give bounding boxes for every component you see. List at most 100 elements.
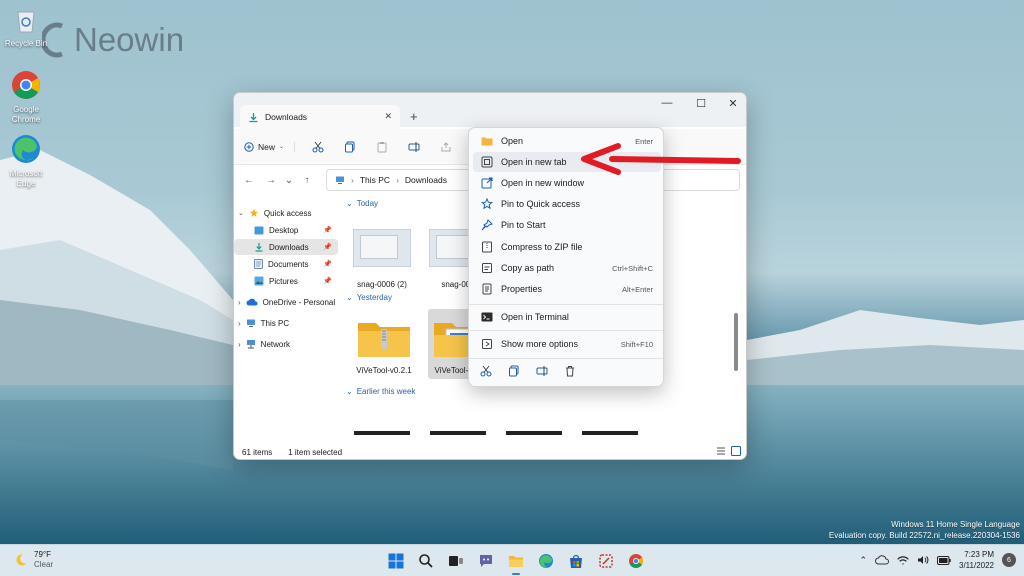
system-tray: ⌃ 7:23 PM 3/11/2022 6 xyxy=(859,549,1016,571)
edge-taskbar-button[interactable] xyxy=(534,549,558,573)
paste-button[interactable] xyxy=(373,138,391,156)
start-button[interactable] xyxy=(384,549,408,573)
file-thumbnail-partial[interactable] xyxy=(582,431,638,435)
weather-widget[interactable]: 79°F Clear xyxy=(14,550,53,570)
edge-icon xyxy=(12,135,40,163)
tab-downloads[interactable]: Downloads ✕ xyxy=(240,105,400,129)
onedrive-cloud-icon[interactable] xyxy=(875,555,889,565)
delete-action-button[interactable] xyxy=(563,364,577,378)
menu-item-copy-as-path[interactable]: Copy as path Ctrl+Shift+C xyxy=(473,258,661,278)
copy-action-button[interactable] xyxy=(507,364,521,378)
forward-button[interactable]: → xyxy=(260,175,282,186)
desktop-icon-chrome[interactable]: Google Chrome xyxy=(0,70,52,125)
nav-onedrive[interactable]: › OneDrive - Personal xyxy=(234,294,338,310)
chat-button[interactable] xyxy=(474,549,498,573)
item-count: 61 items xyxy=(242,447,273,457)
more-options-icon xyxy=(482,339,492,349)
menu-item-label: Properties xyxy=(501,284,543,294)
cut-action-button[interactable] xyxy=(479,364,493,378)
breadcrumb-downloads[interactable]: Downloads xyxy=(405,175,447,185)
rename-button[interactable] xyxy=(405,138,423,156)
new-tab-button[interactable]: + xyxy=(410,109,418,124)
file-explorer-taskbar-button[interactable] xyxy=(504,549,528,575)
desktop-icon-edge[interactable]: Microsoft Edge xyxy=(0,134,52,189)
onedrive-cloud-icon xyxy=(246,298,258,306)
file-thumbnail-partial[interactable] xyxy=(354,431,410,435)
folder-icon xyxy=(481,137,493,146)
menu-item-label: Open xyxy=(501,136,524,146)
up-button[interactable]: ↑ xyxy=(296,175,318,186)
selection-count: 1 item selected xyxy=(288,447,343,457)
file-thumbnail-partial[interactable] xyxy=(506,431,562,435)
cut-button[interactable] xyxy=(309,138,327,156)
close-tab-icon[interactable]: ✕ xyxy=(384,111,392,122)
menu-item-shortcut: Alt+Enter xyxy=(621,284,653,294)
nav-pictures[interactable]: Pictures 📌 xyxy=(234,273,338,289)
back-button[interactable]: ← xyxy=(238,175,260,186)
desktop-icon-recycle-bin[interactable]: Recycle Bin xyxy=(0,4,52,49)
vertical-scrollbar[interactable] xyxy=(734,313,738,371)
chevron-right-icon: › xyxy=(238,318,241,328)
desktop-icon-label: Google Chrome xyxy=(11,105,41,124)
volume-icon[interactable] xyxy=(917,555,929,565)
download-icon xyxy=(255,243,263,252)
tiles-view-button[interactable] xyxy=(730,445,742,457)
breadcrumb-this-pc[interactable]: This PC xyxy=(360,175,390,185)
context-menu-quick-actions xyxy=(479,364,577,378)
file-thumbnail-partial[interactable] xyxy=(430,431,486,435)
store-icon xyxy=(570,554,582,568)
file-item-snag-0006-2[interactable]: snag-0006 (2) xyxy=(350,223,414,293)
task-view-button[interactable] xyxy=(444,549,468,573)
share-icon xyxy=(441,141,451,151)
menu-item-compress-to-zip[interactable]: Compress to ZIP file xyxy=(473,237,661,257)
group-header-earlier-this-week[interactable]: ⌄ Earlier this week xyxy=(346,387,415,396)
snipping-tool-taskbar-button[interactable] xyxy=(594,549,618,573)
document-icon xyxy=(254,259,263,269)
group-header-today[interactable]: ⌄ Today xyxy=(346,199,378,208)
rename-action-button[interactable] xyxy=(535,364,549,378)
chrome-icon xyxy=(12,71,40,99)
file-name: snag-0006 (2) xyxy=(357,280,407,289)
menu-item-properties[interactable]: Properties Alt+Enter xyxy=(473,279,661,299)
menu-item-pin-to-start[interactable]: Pin to Start xyxy=(473,215,661,235)
view-switcher xyxy=(715,445,742,457)
maximize-button[interactable]: ☐ xyxy=(686,97,716,110)
nav-desktop[interactable]: Desktop 📌 xyxy=(234,222,338,238)
file-item-vivetool-zip[interactable]: ViVeTool-v0.2.1 xyxy=(352,309,416,379)
tab-title: Downloads xyxy=(265,112,308,122)
group-header-yesterday[interactable]: ⌄ Yesterday xyxy=(346,293,392,302)
minimize-button[interactable]: — xyxy=(652,97,682,109)
new-button[interactable]: New ⌄ xyxy=(244,141,296,152)
nav-documents[interactable]: Documents 📌 xyxy=(234,256,338,272)
recent-locations-button[interactable]: ⌄ xyxy=(282,175,296,186)
close-window-button[interactable]: ✕ xyxy=(718,97,746,110)
clock[interactable]: 7:23 PM 3/11/2022 xyxy=(959,549,994,571)
menu-item-show-more-options[interactable]: Show more options Shift+F10 xyxy=(473,334,661,354)
teams-chat-icon xyxy=(480,555,492,567)
battery-icon[interactable] xyxy=(937,555,951,565)
share-button[interactable] xyxy=(437,138,455,156)
clock-time: 7:23 PM xyxy=(964,550,994,559)
chrome-taskbar-button[interactable] xyxy=(624,549,648,573)
nav-label: Network xyxy=(260,339,291,349)
copy-icon xyxy=(345,141,355,152)
nav-quick-access[interactable]: ⌄ Quick access xyxy=(234,205,338,221)
notification-badge[interactable]: 6 xyxy=(1002,553,1016,567)
show-hidden-icons-button[interactable]: ⌃ xyxy=(859,555,867,566)
menu-item-open-in-terminal[interactable]: Open in Terminal xyxy=(473,307,661,327)
image-thumbnail xyxy=(353,229,411,267)
task-view-icon xyxy=(449,556,463,566)
store-taskbar-button[interactable] xyxy=(564,549,588,573)
evaluation-line-2: Evaluation copy. Build 22572.ni_release.… xyxy=(828,531,1020,540)
nav-downloads[interactable]: Downloads 📌 xyxy=(234,239,338,255)
evaluation-watermark: Windows 11 Home Single Language Evaluati… xyxy=(829,519,1020,541)
nav-this-pc[interactable]: › This PC xyxy=(234,315,338,331)
search-button[interactable] xyxy=(414,549,438,573)
menu-item-pin-to-quick-access[interactable]: Pin to Quick access xyxy=(473,194,661,214)
zip-folder-icon xyxy=(358,323,410,357)
nav-network[interactable]: › Network xyxy=(234,336,338,352)
desktop-folder-icon xyxy=(254,226,264,234)
copy-button[interactable] xyxy=(341,138,359,156)
details-view-button[interactable] xyxy=(715,445,727,457)
wifi-icon[interactable] xyxy=(897,555,909,565)
